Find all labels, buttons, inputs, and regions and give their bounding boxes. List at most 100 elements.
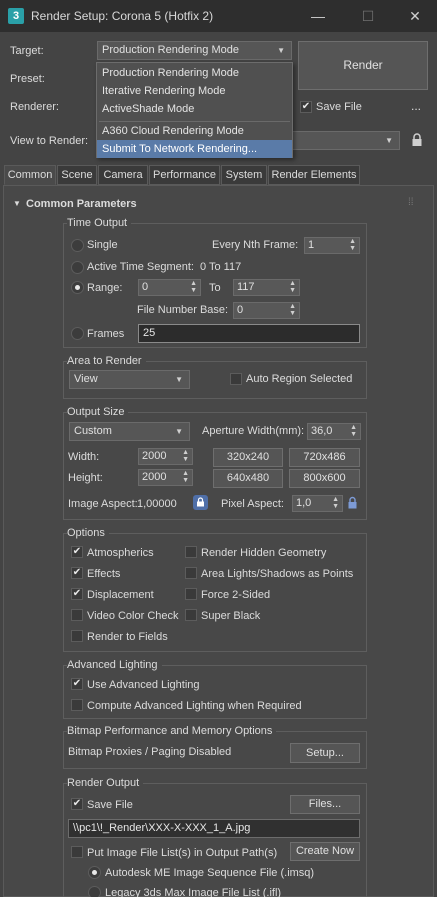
- pixel-aspect-label: Pixel Aspect:: [221, 498, 284, 510]
- target-dropdown[interactable]: Production Rendering Mode ▼: [97, 41, 292, 60]
- auto-region-label: Auto Region Selected: [246, 373, 353, 385]
- target-label: Target:: [10, 45, 44, 57]
- render-to-fields-checkbox[interactable]: [71, 630, 83, 642]
- frames-input[interactable]: 25: [138, 324, 360, 343]
- autodesk-me-label: Autodesk ME Image Sequence File (.imsq): [105, 867, 315, 879]
- area-mode-dropdown[interactable]: View ▼: [69, 370, 190, 389]
- frames-label: Frames: [87, 328, 125, 340]
- spinner-arrows-icon[interactable]: ▲ ▼: [182, 449, 189, 463]
- tab-system[interactable]: System: [221, 165, 267, 185]
- preset-720x486-button[interactable]: 720x486: [289, 448, 360, 467]
- legacy-ifl-radio[interactable]: [88, 886, 101, 897]
- rollout-toggle-icon[interactable]: ▼: [13, 199, 21, 208]
- target-menu: Production Rendering Mode Iterative Rend…: [96, 62, 293, 158]
- force-2-sided-label: Force 2-Sided: [201, 589, 271, 601]
- setup-button[interactable]: Setup...: [290, 743, 360, 763]
- aperture-spinner[interactable]: 36,0 ▲ ▼: [307, 423, 361, 440]
- preset-800x600-button[interactable]: 800x600: [289, 469, 360, 488]
- height-spinner[interactable]: 2000 ▲ ▼: [138, 469, 193, 486]
- file-number-base-spinner[interactable]: 0 ▲ ▼: [233, 302, 300, 319]
- rollout-title[interactable]: Common Parameters: [26, 198, 137, 210]
- compute-advanced-lighting-checkbox[interactable]: [71, 699, 83, 711]
- spinner-arrows-icon[interactable]: ▲ ▼: [289, 280, 296, 294]
- video-color-check-label: Video Color Check: [87, 610, 179, 622]
- spinner-arrows-icon[interactable]: ▲ ▼: [182, 470, 189, 484]
- lock-icon[interactable]: [410, 133, 424, 147]
- target-value: Production Rendering Mode: [102, 44, 239, 56]
- view-to-render-label: View to Render:: [10, 135, 89, 147]
- chevron-down-icon: ▼: [175, 427, 183, 436]
- render-output-save-file-checkbox[interactable]: ✔: [71, 798, 83, 810]
- aperture-label: Aperture Width(mm):: [202, 425, 305, 437]
- use-advanced-lighting-label: Use Advanced Lighting: [87, 679, 200, 691]
- preset-320x240-button[interactable]: 320x240: [213, 448, 283, 467]
- effects-checkbox[interactable]: ✔: [71, 567, 83, 579]
- maximize-button[interactable]: ☐: [356, 5, 380, 27]
- range-to-spinner[interactable]: 117 ▲ ▼: [233, 279, 300, 296]
- chevron-down-icon: ▼: [385, 136, 393, 145]
- compute-advanced-lighting-label: Compute Advanced Lighting when Required: [87, 700, 302, 712]
- range-label: Range:: [87, 282, 123, 294]
- area-lights-checkbox[interactable]: [185, 567, 197, 579]
- tab-render-elements[interactable]: Render Elements: [268, 165, 360, 185]
- spinner-arrows-icon[interactable]: ▲ ▼: [289, 303, 296, 317]
- spinner-arrows-icon[interactable]: ▲ ▼: [350, 424, 357, 438]
- close-button[interactable]: ✕: [403, 5, 427, 27]
- menu-item-production[interactable]: Production Rendering Mode: [97, 64, 292, 82]
- advanced-lighting-title: Advanced Lighting: [67, 659, 162, 671]
- area-mode-value: View: [74, 373, 98, 385]
- image-aspect-lock-icon[interactable]: [193, 495, 208, 510]
- window-title: Render Setup: Corona 5 (Hotfix 2): [31, 9, 214, 23]
- every-nth-spinner[interactable]: 1 ▲ ▼: [304, 237, 360, 254]
- header-save-file-checkbox[interactable]: ✔: [300, 101, 312, 113]
- put-image-file-list-checkbox[interactable]: [71, 846, 83, 858]
- image-aspect-label: Image Aspect:: [68, 498, 138, 510]
- tab-camera[interactable]: Camera: [98, 165, 148, 185]
- render-output-title: Render Output: [67, 777, 144, 789]
- active-segment-radio[interactable]: [71, 261, 84, 274]
- video-color-check-checkbox[interactable]: [71, 609, 83, 621]
- tab-common[interactable]: Common: [4, 165, 56, 185]
- render-hidden-geometry-checkbox[interactable]: [185, 546, 197, 558]
- active-segment-range: 0 To 117: [200, 261, 242, 273]
- super-black-checkbox[interactable]: [185, 609, 197, 621]
- use-advanced-lighting-checkbox[interactable]: ✔: [71, 678, 83, 690]
- create-now-button[interactable]: Create Now: [290, 842, 360, 861]
- more-button[interactable]: ...: [411, 99, 421, 113]
- frames-radio[interactable]: [71, 327, 84, 340]
- single-radio[interactable]: [71, 239, 84, 252]
- force-2-sided-checkbox[interactable]: [185, 588, 197, 600]
- range-radio[interactable]: [71, 281, 84, 294]
- spinner-arrows-icon[interactable]: ▲ ▼: [190, 280, 197, 294]
- spinner-arrows-icon[interactable]: ▲ ▼: [349, 238, 356, 252]
- atmospherics-checkbox[interactable]: ✔: [71, 546, 83, 558]
- render-output-save-file-label: Save File: [87, 799, 133, 811]
- auto-region-checkbox[interactable]: [230, 373, 242, 385]
- pixel-aspect-lock-icon[interactable]: [346, 496, 359, 510]
- super-black-label: Super Black: [201, 610, 261, 622]
- minimize-button[interactable]: —: [306, 5, 330, 27]
- output-path-input[interactable]: \\pc1\!_Render\XXX-X-XXX_1_A.jpg: [68, 819, 360, 838]
- width-spinner[interactable]: 2000 ▲ ▼: [138, 448, 193, 465]
- output-preset-dropdown[interactable]: Custom ▼: [69, 422, 190, 441]
- spinner-arrows-icon[interactable]: ▲ ▼: [332, 496, 339, 510]
- preset-640x480-button[interactable]: 640x480: [213, 469, 283, 488]
- range-from-value: 0: [142, 281, 149, 293]
- files-button[interactable]: Files...: [290, 795, 360, 814]
- options-title: Options: [67, 527, 109, 539]
- autodesk-me-radio[interactable]: [88, 866, 101, 879]
- area-to-render-title: Area to Render: [67, 355, 146, 367]
- preset-label: Preset:: [10, 73, 45, 85]
- displacement-checkbox[interactable]: ✔: [71, 588, 83, 600]
- pixel-aspect-spinner[interactable]: 1,0 ▲ ▼: [292, 495, 343, 512]
- output-preset-value: Custom: [74, 425, 112, 437]
- effects-label: Effects: [87, 568, 121, 580]
- menu-item-activeshade[interactable]: ActiveShade Mode: [97, 100, 292, 118]
- menu-item-iterative[interactable]: Iterative Rendering Mode: [97, 82, 292, 100]
- menu-item-network[interactable]: Submit To Network Rendering...: [97, 140, 292, 158]
- tab-performance[interactable]: Performance: [149, 165, 220, 185]
- tab-scene[interactable]: Scene: [57, 165, 97, 185]
- render-button[interactable]: Render: [298, 41, 428, 90]
- menu-item-a360[interactable]: A360 Cloud Rendering Mode: [97, 122, 292, 140]
- range-from-spinner[interactable]: 0 ▲ ▼: [138, 279, 201, 296]
